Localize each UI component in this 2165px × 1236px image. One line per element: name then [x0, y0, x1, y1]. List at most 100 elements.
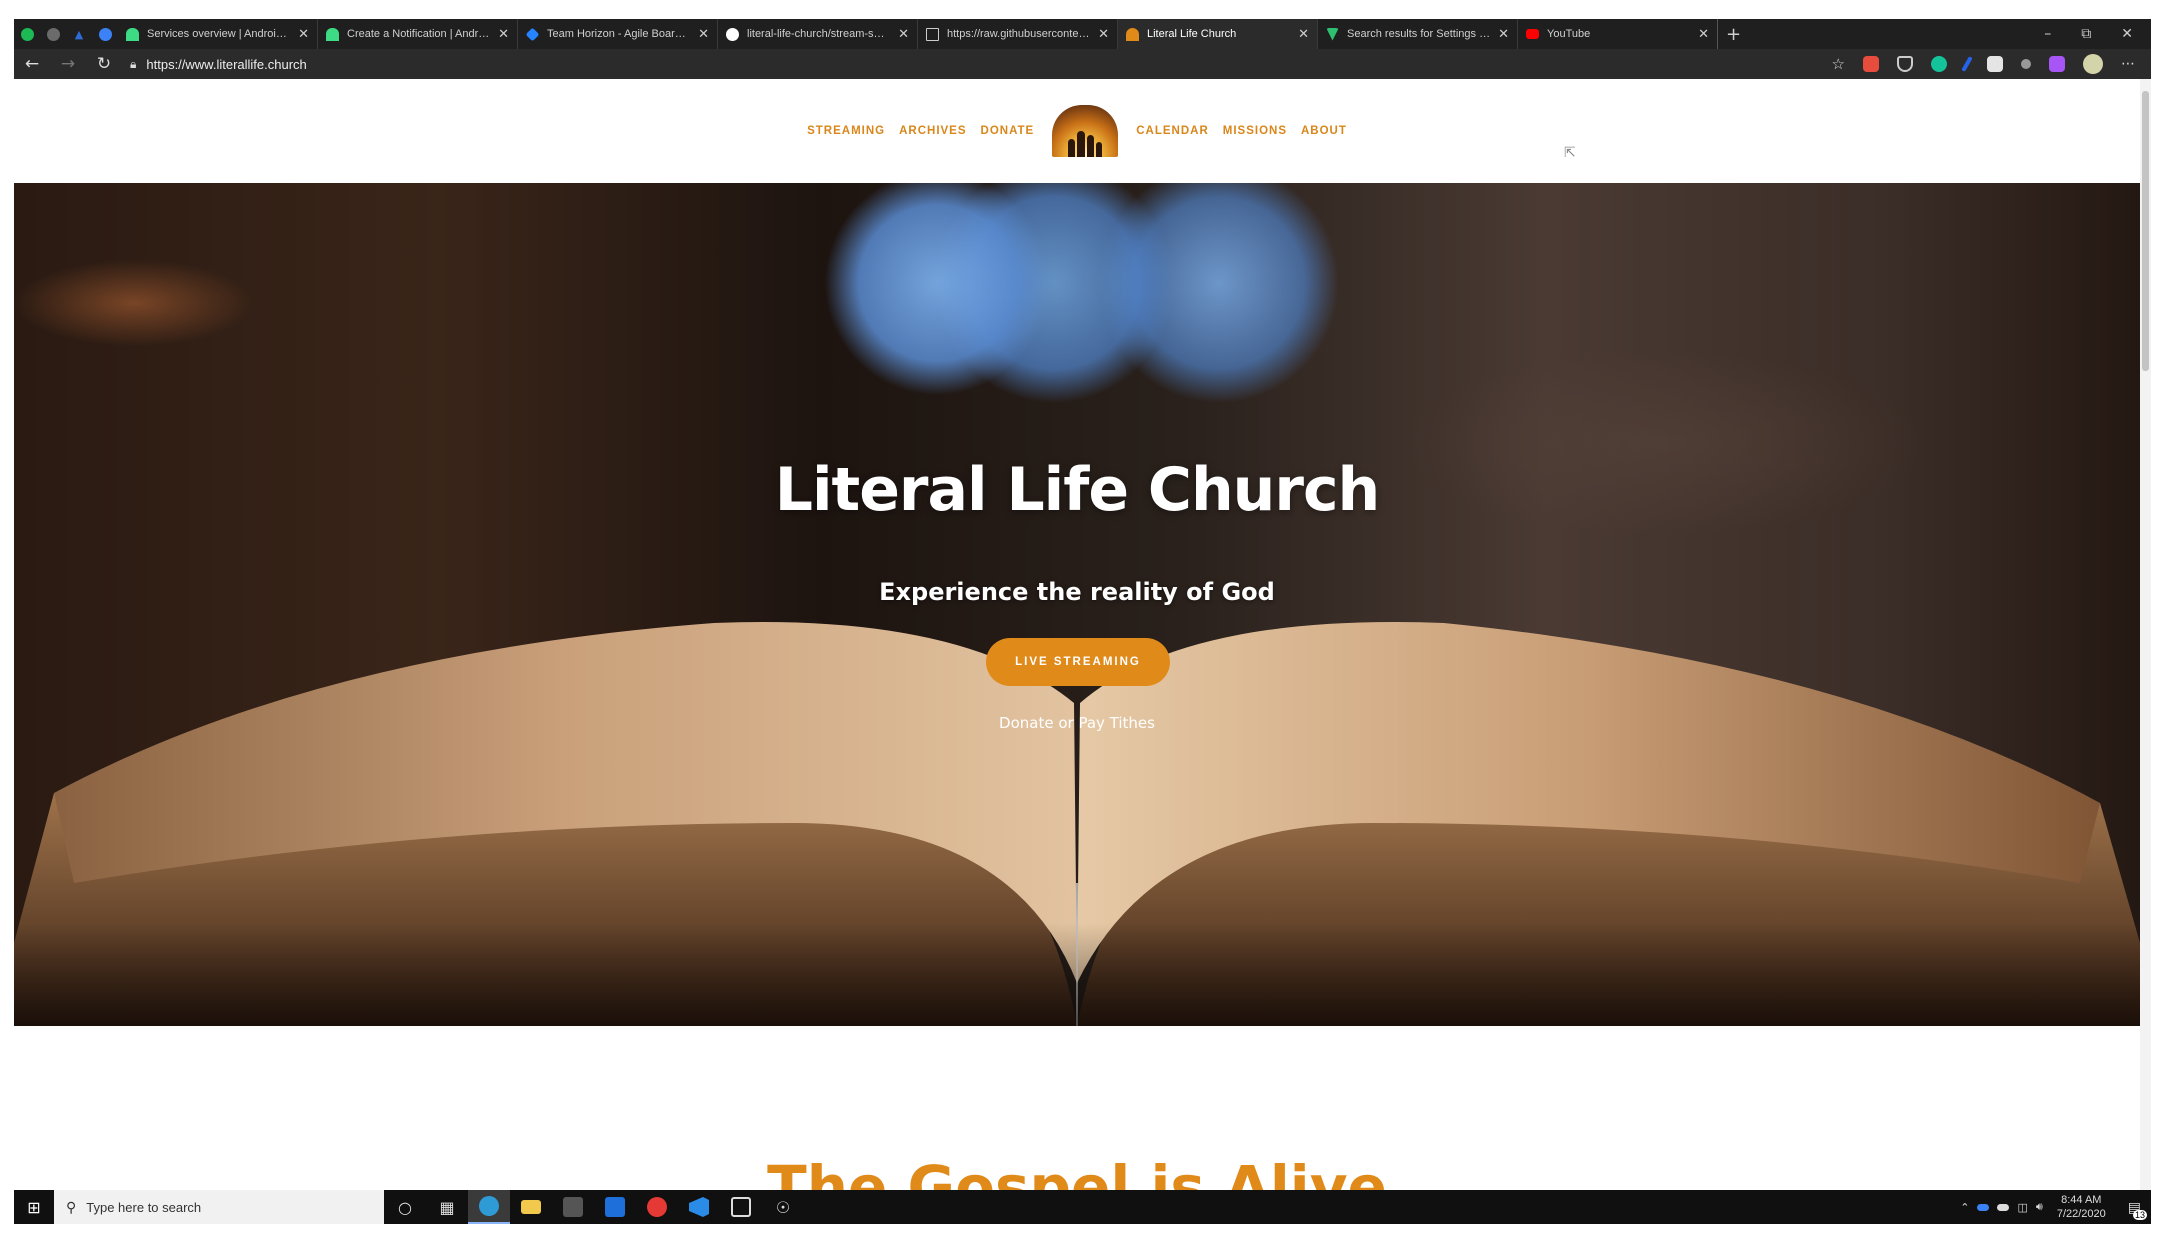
church-logo[interactable]: [1052, 105, 1119, 157]
spotify-icon: [20, 27, 34, 41]
favorite-star-icon[interactable]: ☆: [1832, 55, 1845, 73]
extension-icon[interactable]: [1987, 56, 2003, 72]
extension-icon[interactable]: [1863, 56, 1879, 72]
refresh-icon[interactable]: ↻: [86, 54, 122, 74]
hero-title: Literal Life Church: [774, 455, 1381, 525]
s-app-icon[interactable]: [594, 1190, 636, 1224]
pen-icon[interactable]: [1961, 56, 1973, 72]
edge-browser-icon[interactable]: [468, 1190, 510, 1224]
taskbar-search-box[interactable]: ⚲ Type here to search: [54, 1190, 384, 1224]
page-scrollbar[interactable]: [2140, 79, 2151, 1190]
pinned-site-icon: ▲: [74, 27, 84, 41]
github-icon: [726, 27, 739, 41]
taskbar-clock[interactable]: 8:44 AM 7/22/2020: [2057, 1193, 2106, 1221]
search-placeholder: Type here to search: [86, 1199, 202, 1215]
pocket-icon[interactable]: [1897, 56, 1913, 72]
onedrive-personal-icon[interactable]: [1997, 1203, 2010, 1211]
clock-date: 7/22/2020: [2056, 1208, 2106, 1220]
vuetify-icon: [1326, 27, 1339, 41]
site-header: STREAMING ARCHIVES DONATE CALENDAR MISSI…: [14, 79, 2140, 183]
grammarly-icon[interactable]: [1931, 56, 1947, 72]
pinned-tab-spotify[interactable]: [14, 19, 40, 49]
red-app-icon[interactable]: [636, 1190, 678, 1224]
restore-icon[interactable]: ⧉: [2081, 26, 2091, 42]
android-icon: [126, 27, 139, 41]
nav-archives[interactable]: ARCHIVES: [899, 125, 966, 137]
chevron-up-icon[interactable]: ⌃: [1960, 1201, 1969, 1214]
tab-title: Services overview | Android De: [147, 28, 291, 40]
close-tab-icon[interactable]: ✕: [498, 26, 509, 42]
pinned-tab-1[interactable]: [40, 19, 66, 49]
document-icon: [926, 27, 939, 41]
tab-jira-board[interactable]: Team Horizon - Agile Board - Jir ✕: [518, 19, 718, 49]
tab-android-services[interactable]: Services overview | Android De ✕: [118, 19, 318, 49]
nav-donate[interactable]: DONATE: [981, 125, 1035, 137]
lock-icon[interactable]: 🔒︎: [130, 57, 136, 72]
tab-youtube[interactable]: YouTube ✕: [1518, 19, 1718, 49]
calendar-app-icon[interactable]: [720, 1190, 762, 1224]
tab-android-notification[interactable]: Create a Notification | Android ✕: [318, 19, 518, 49]
android-icon: [326, 27, 339, 41]
address-bar[interactable]: 🔒︎ https://www.literallife.church: [130, 57, 1730, 72]
tab-flathub-search[interactable]: Search results for Settings - Flati ✕: [1318, 19, 1518, 49]
settings-app-icon[interactable]: ☉: [762, 1190, 804, 1224]
notification-badge: 13: [2132, 1209, 2147, 1220]
tab-raw-github[interactable]: https://raw.githubusercontent.co ✕: [918, 19, 1118, 49]
extensions-toolbar: ☆ ⋯: [1832, 54, 2151, 74]
file-explorer-icon[interactable]: [510, 1190, 552, 1224]
nav-about[interactable]: ABOUT: [1301, 125, 1347, 137]
tab-title: Literal Life Church: [1147, 28, 1237, 40]
close-tab-icon[interactable]: ✕: [1098, 26, 1109, 42]
close-tab-icon[interactable]: ✕: [1698, 26, 1709, 42]
nav-streaming[interactable]: STREAMING: [807, 125, 885, 137]
profile-avatar[interactable]: [2083, 54, 2103, 74]
forward-icon[interactable]: →: [50, 54, 86, 74]
section-heading: The Gospel is Alive: [767, 1153, 1387, 1190]
tab-title: Team Horizon - Agile Board - Jir: [547, 28, 691, 40]
windows-start-icon[interactable]: ⊞: [14, 1198, 54, 1217]
tab-title: Search results for Settings - Flati: [1347, 28, 1490, 40]
scrollbar-thumb[interactable]: [2142, 91, 2149, 371]
extension-icon[interactable]: [2021, 59, 2031, 69]
vscode-icon[interactable]: [678, 1190, 720, 1224]
pinned-tab-2[interactable]: ▲: [66, 19, 92, 49]
close-tab-icon[interactable]: ✕: [1498, 26, 1509, 42]
pinned-tab-3[interactable]: [92, 19, 118, 49]
task-view-icon[interactable]: ▦: [426, 1190, 468, 1224]
system-tray: ⌃ ◫ 🔊︎ 8:44 AM 7/22/2020 ▤ 13: [1960, 1193, 2151, 1221]
tab-github-repo[interactable]: literal-life-church/stream-switch ✕: [718, 19, 918, 49]
notifications-icon[interactable]: ▤ 13: [2128, 1199, 2147, 1220]
tab-title: Create a Notification | Android: [347, 28, 491, 40]
tab-title: YouTube: [1547, 28, 1591, 40]
close-tab-icon[interactable]: ✕: [898, 26, 909, 42]
close-window-icon[interactable]: ✕: [2121, 26, 2133, 42]
donate-tithes-link[interactable]: Donate or Pay Tithes: [14, 714, 2140, 732]
jira-icon: [525, 27, 540, 41]
network-icon[interactable]: ◫: [2017, 1201, 2027, 1214]
url-text[interactable]: https://www.literallife.church: [146, 57, 306, 72]
more-menu-icon[interactable]: ⋯: [2121, 56, 2135, 72]
terminal-icon[interactable]: [552, 1190, 594, 1224]
onenote-icon[interactable]: [2049, 56, 2065, 72]
hero-section: Literal Life Church Experience the reali…: [14, 183, 2140, 1026]
clock-time: 8:44 AM: [2061, 1194, 2102, 1206]
close-tab-icon[interactable]: ✕: [698, 26, 709, 42]
hero-subtitle: Experience the reality of God: [879, 578, 1275, 606]
mouse-cursor-icon: ⇱: [1564, 145, 1576, 161]
close-tab-icon[interactable]: ✕: [1298, 26, 1309, 42]
nav-calendar[interactable]: CALENDAR: [1136, 125, 1209, 137]
new-tab-button[interactable]: +: [1726, 24, 1741, 45]
tab-literal-life-church[interactable]: Literal Life Church ✕: [1118, 19, 1318, 49]
cortana-icon[interactable]: ○: [384, 1190, 426, 1224]
onedrive-icon[interactable]: [1977, 1203, 1990, 1211]
nav-missions[interactable]: MISSIONS: [1223, 125, 1287, 137]
windows-taskbar: ⊞ ⚲ Type here to search ○ ▦ ☉ ⌃ ◫ 🔊︎ 8:4…: [14, 1190, 2151, 1224]
tab-title: literal-life-church/stream-switch: [747, 28, 891, 40]
back-icon[interactable]: ←: [14, 54, 50, 74]
minimize-icon[interactable]: –: [2044, 26, 2051, 42]
close-tab-icon[interactable]: ✕: [298, 26, 309, 42]
live-streaming-button[interactable]: LIVE STREAMING: [986, 638, 1170, 686]
youtube-icon: [1526, 29, 1539, 39]
browser-toolbar: ← → ↻ 🔒︎ https://www.literallife.church …: [14, 49, 2151, 79]
volume-icon[interactable]: 🔊︎: [2036, 1201, 2043, 1214]
